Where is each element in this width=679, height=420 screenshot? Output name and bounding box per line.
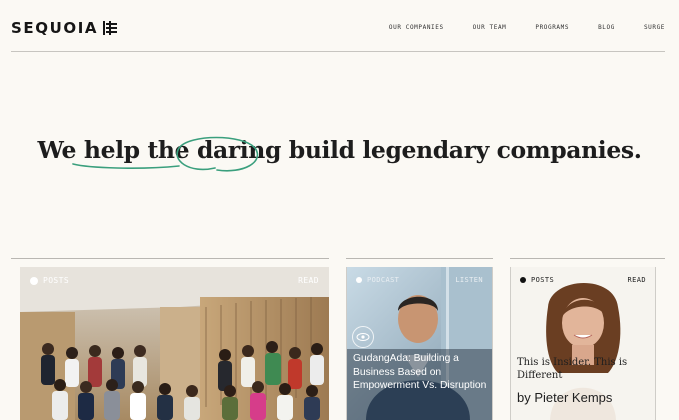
card-tag-label: POSTS: [43, 276, 70, 285]
post-card-insider[interactable]: POSTS READ This is Insider. This is Diff…: [510, 258, 656, 420]
card-row-rule-left: [11, 258, 20, 259]
podcast-card-gudangada[interactable]: PODCAST LISTEN GudangAda: Building a Bus…: [346, 258, 493, 420]
hero-headline-text: We help the daring build legendary compa…: [37, 136, 642, 164]
team-photo-image: [20, 267, 329, 420]
card-tag-label: PODCAST: [367, 276, 400, 284]
sequoia-tree-icon: [103, 21, 118, 35]
hero: We help the daring build legendary compa…: [0, 136, 679, 172]
card-action-read[interactable]: READ: [628, 276, 646, 284]
post-card-team-photo[interactable]: POSTS READ: [20, 258, 329, 420]
card-row-rule-right: [656, 258, 665, 259]
card-tag: POSTS: [520, 276, 554, 284]
nav-programs[interactable]: PROGRAMS: [535, 24, 569, 31]
card-action-read[interactable]: READ: [298, 276, 319, 285]
nav-surge[interactable]: SURGE: [644, 24, 665, 31]
card-frame-left: [346, 267, 347, 420]
hero-headline: We help the daring build legendary compa…: [37, 136, 642, 172]
sequoia-logo[interactable]: SEQUOIA: [11, 19, 118, 37]
eye-icon[interactable]: [352, 326, 374, 348]
card-action-listen[interactable]: LISTEN: [455, 276, 483, 284]
card-top-rule: [346, 258, 493, 259]
header-divider: [11, 51, 665, 52]
card-top-rule: [510, 258, 656, 259]
nav-blog[interactable]: BLOG: [598, 24, 615, 31]
card-top-rule: [20, 258, 329, 259]
card-author: by Pieter Kemps: [517, 390, 613, 405]
nav-our-companies[interactable]: OUR COMPANIES: [389, 24, 444, 31]
main-nav: OUR COMPANIES OUR TEAM PROGRAMS BLOG SUR…: [389, 24, 665, 31]
card-tag: PODCAST: [356, 276, 399, 284]
card-tag: POSTS: [30, 276, 69, 285]
site-header: SEQUOIA OUR COMPANIES OUR TEAM PROGRAMS …: [0, 0, 679, 52]
card-meta: POSTS READ: [520, 276, 646, 284]
tag-dot-icon: [30, 276, 38, 285]
card-frame-left: [510, 267, 511, 420]
logo-wordmark: SEQUOIA: [11, 19, 99, 37]
card-title: GudangAda: Building a Business Based on …: [353, 353, 487, 391]
card-frame-right: [655, 267, 656, 420]
tag-dot-icon: [520, 277, 526, 283]
card-meta: POSTS READ: [30, 276, 319, 285]
card-meta: PODCAST LISTEN: [356, 276, 483, 284]
team-photo-illustration: [20, 267, 329, 420]
card-frame-right: [492, 267, 493, 420]
nav-our-team[interactable]: OUR TEAM: [473, 24, 507, 31]
card-title: This is Insider. This is Different: [517, 357, 628, 381]
tag-dot-icon: [356, 277, 362, 283]
card-tag-label: POSTS: [531, 276, 555, 284]
